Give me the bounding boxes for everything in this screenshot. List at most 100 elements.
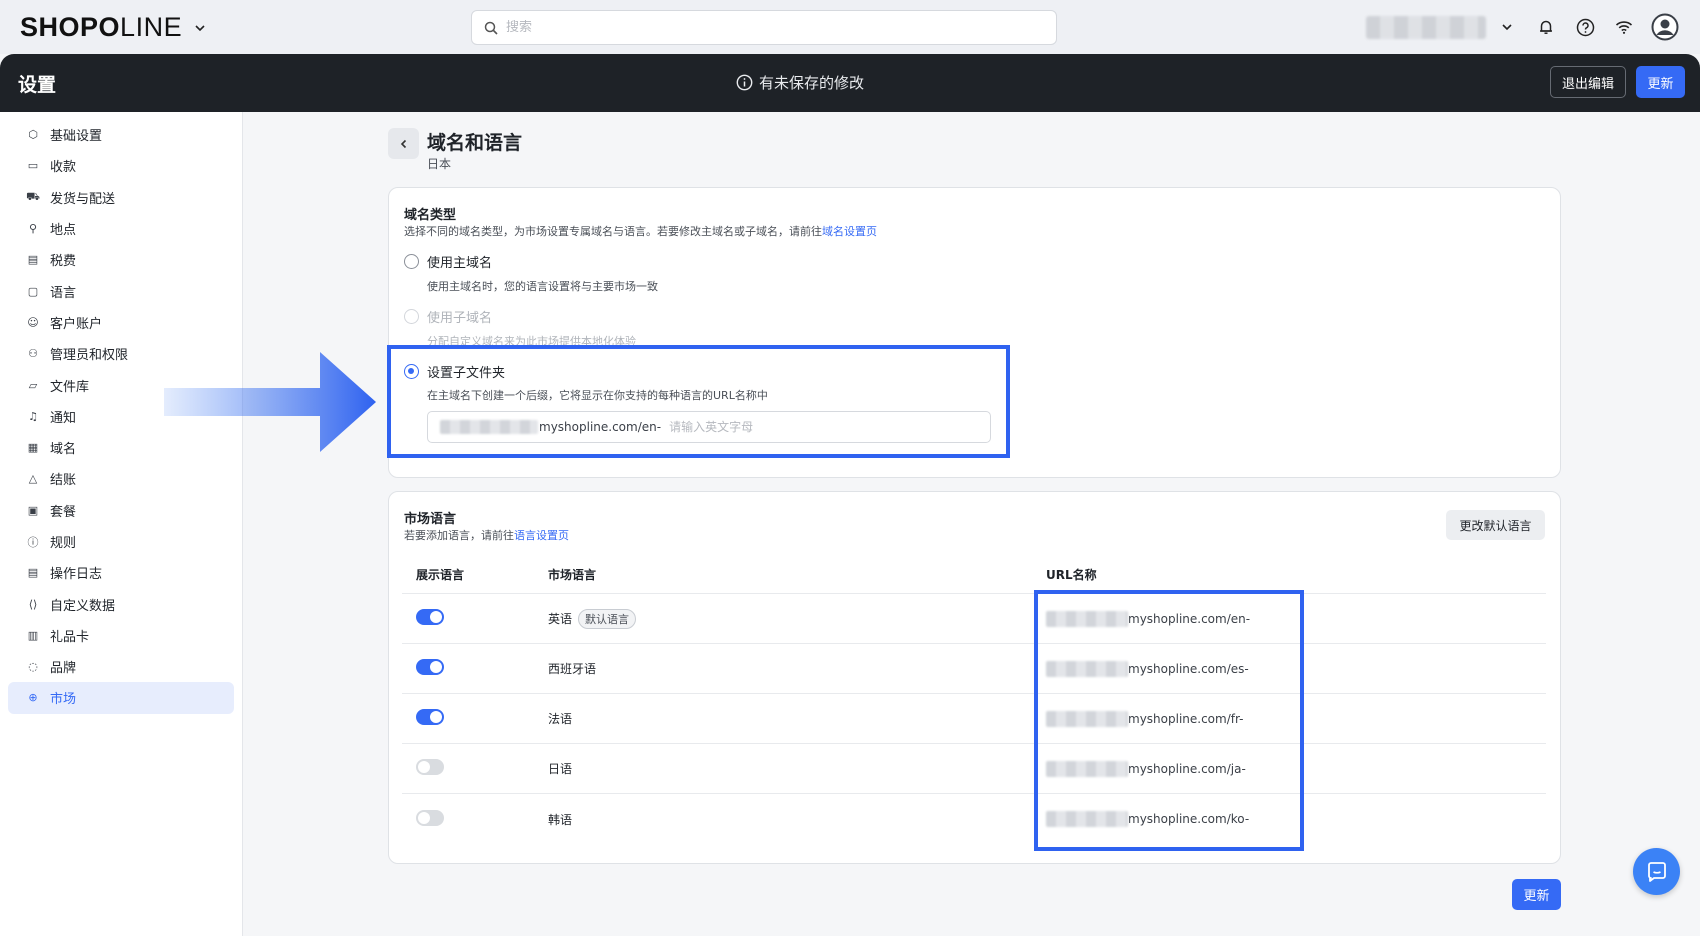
display-toggle-cell xyxy=(402,659,548,678)
truck-icon: ⛟ xyxy=(26,189,40,203)
display-toggle-cell xyxy=(402,609,548,628)
sidebar-item-label: 发货与配送 xyxy=(50,191,116,207)
settings-title: 设置 xyxy=(18,74,57,96)
market-language-cell: 日语 xyxy=(548,760,1046,777)
folder-icon: ▱ xyxy=(28,378,38,392)
sidebar-item-1[interactable]: ▭ 收款 xyxy=(8,150,234,181)
logo-text-bold: SHOP xyxy=(20,12,99,42)
col-market-language: 市场语言 xyxy=(548,567,597,582)
brand-icon: ◌ xyxy=(28,660,38,674)
exit-edit-button[interactable]: 退出编辑 xyxy=(1550,66,1626,98)
sidebar-item-label: 规则 xyxy=(50,536,77,551)
search-box[interactable] xyxy=(471,10,1057,45)
receipt-icon: ▤ xyxy=(27,253,39,267)
chat-support-button[interactable] xyxy=(1633,848,1680,895)
sidebar-item-label: 管理员和权限 xyxy=(50,348,129,364)
location-pin-icon: ⚲ xyxy=(28,222,38,236)
display-language-toggle[interactable] xyxy=(416,759,444,775)
bell-icon[interactable] xyxy=(1535,16,1557,38)
log-icon: ▤ xyxy=(27,566,39,580)
sidebar-item-6[interactable]: ☺ 客户账户 xyxy=(8,307,234,338)
table-header: 展示语言 市场语言 URL名称 xyxy=(402,555,1546,594)
sidebar-item-15[interactable]: ⟨⟩ 自定义数据 xyxy=(8,588,234,619)
wifi-icon[interactable] xyxy=(1613,16,1635,38)
market-language-cell: 西班牙语 xyxy=(548,660,1046,677)
sidebar-item-label: 域名 xyxy=(50,442,77,458)
info-icon xyxy=(736,74,753,91)
highlight-box-url-names xyxy=(1034,590,1304,851)
display-language-toggle[interactable] xyxy=(416,609,444,625)
radio-subdomain-control xyxy=(404,309,419,324)
sidebar-item-label: 文件库 xyxy=(50,379,90,395)
change-default-language-button[interactable]: 更改默认语言 xyxy=(1446,510,1545,540)
update-button-bottom[interactable]: 更新 xyxy=(1512,879,1561,910)
sidebar-item-16[interactable]: ▥ 礼品卡 xyxy=(8,620,234,651)
sidebar-item-0[interactable]: ⬡ 基础设置 xyxy=(8,119,234,150)
sidebar-item-11[interactable]: △ 结账 xyxy=(8,463,234,494)
default-language-badge: 默认语言 xyxy=(578,608,637,629)
globe-icon: ⊕ xyxy=(28,691,38,705)
table-row: 韩语 myshopline.com/ko- xyxy=(402,794,1546,844)
sidebar-item-label: 客户账户 xyxy=(50,316,103,332)
sidebar-item-label: 通知 xyxy=(50,410,77,426)
radio-subdomain: 使用子域名 xyxy=(404,307,492,326)
market-language-cell: 法语 xyxy=(548,710,1046,727)
bag-icon: △ xyxy=(28,472,38,486)
sidebar-item-13[interactable]: ⓘ 规则 xyxy=(8,526,234,557)
sidebar-item-17[interactable]: ◌ 品牌 xyxy=(8,651,234,682)
sidebar-item-3[interactable]: ⚲ 地点 xyxy=(8,213,234,244)
sidebar-item-label: 基础设置 xyxy=(50,129,103,145)
domain-type-title: 域名类型 xyxy=(404,208,457,223)
display-language-toggle[interactable] xyxy=(416,709,444,725)
sidebar-item-label: 结账 xyxy=(50,473,77,489)
search-icon xyxy=(484,21,498,35)
update-button-top[interactable]: 更新 xyxy=(1636,66,1685,98)
store-chevron-down-icon[interactable] xyxy=(1496,16,1518,38)
domain-type-desc: 选择不同的域名类型，为市场设置专属域名与语言。若要修改主域名或子域名，请前往域名… xyxy=(404,223,877,239)
settings-header: 设置 有未保存的修改 退出编辑 更新 xyxy=(0,54,1700,112)
sidebar-item-18[interactable]: ⊕ 市场 xyxy=(8,682,234,714)
table-body: 英语 默认语言 myshopline.com/en- 西班牙语 myshopline.c… xyxy=(402,594,1546,844)
chat-icon: ▢ xyxy=(27,284,39,298)
table-row: 西班牙语 myshopline.com/es- xyxy=(402,644,1546,694)
domain-settings-link[interactable]: 域名设置页 xyxy=(822,225,877,238)
market-language-desc: 若要添加语言，请前往语言设置页 xyxy=(404,527,569,543)
shopline-logo[interactable]: SHOP O LINE xyxy=(20,12,206,43)
sidebar-item-12[interactable]: ▣ 套餐 xyxy=(8,495,234,526)
sidebar-item-label: 语言 xyxy=(50,285,77,301)
display-language-toggle[interactable] xyxy=(416,659,444,675)
help-icon[interactable] xyxy=(1574,16,1596,38)
settings-sidebar: ⬡ 基础设置 ▭ 收款 ⛟ 发货与配送 ⚲ 地点 ▤ 税费 ▢ 语言 ☺ 客户账户 ⚇ 管理员和权限 ▱ 文件库 ♫… xyxy=(0,112,243,936)
language-settings-link[interactable]: 语言设置页 xyxy=(514,529,569,542)
chevron-down-icon[interactable] xyxy=(194,22,206,34)
radio-main-domain-control[interactable] xyxy=(404,254,419,269)
sidebar-item-label: 税费 xyxy=(50,254,77,270)
language-name: 韩语 xyxy=(548,812,573,827)
highlight-box-subfolder xyxy=(387,345,1010,458)
language-name: 日语 xyxy=(548,762,573,776)
page-title: 域名和语言 xyxy=(427,132,523,154)
wallet-icon: ▭ xyxy=(27,159,39,173)
sidebar-item-2[interactable]: ⛟ 发货与配送 xyxy=(8,182,234,213)
top-bar: SHOP O LINE xyxy=(0,0,1700,54)
radio-main-domain[interactable]: 使用主域名 xyxy=(404,252,492,271)
page-subtitle: 日本 xyxy=(427,157,452,171)
pointer-arrow-graphic xyxy=(164,352,376,452)
sidebar-item-5[interactable]: ▢ 语言 xyxy=(8,275,234,306)
chevron-left-icon xyxy=(400,139,406,148)
info-circle-icon: ⓘ xyxy=(27,535,39,549)
store-name-blurred[interactable] xyxy=(1366,16,1486,39)
market-language-cell: 英语 默认语言 xyxy=(548,608,1046,629)
plan-icon: ▣ xyxy=(27,503,39,517)
display-toggle-cell xyxy=(402,809,548,829)
search-input[interactable] xyxy=(506,20,1006,35)
market-language-title: 市场语言 xyxy=(404,512,457,527)
sidebar-item-4[interactable]: ▤ 税费 xyxy=(8,244,234,275)
sidebar-item-14[interactable]: ▤ 操作日志 xyxy=(8,557,234,588)
unsaved-changes-notice: 有未保存的修改 xyxy=(736,72,864,93)
sidebar-item-label: 收款 xyxy=(50,160,77,176)
back-button[interactable] xyxy=(388,128,419,159)
account-avatar-icon[interactable] xyxy=(1651,13,1679,41)
display-language-toggle[interactable] xyxy=(416,809,444,826)
sidebar-item-label: 品牌 xyxy=(50,661,77,677)
